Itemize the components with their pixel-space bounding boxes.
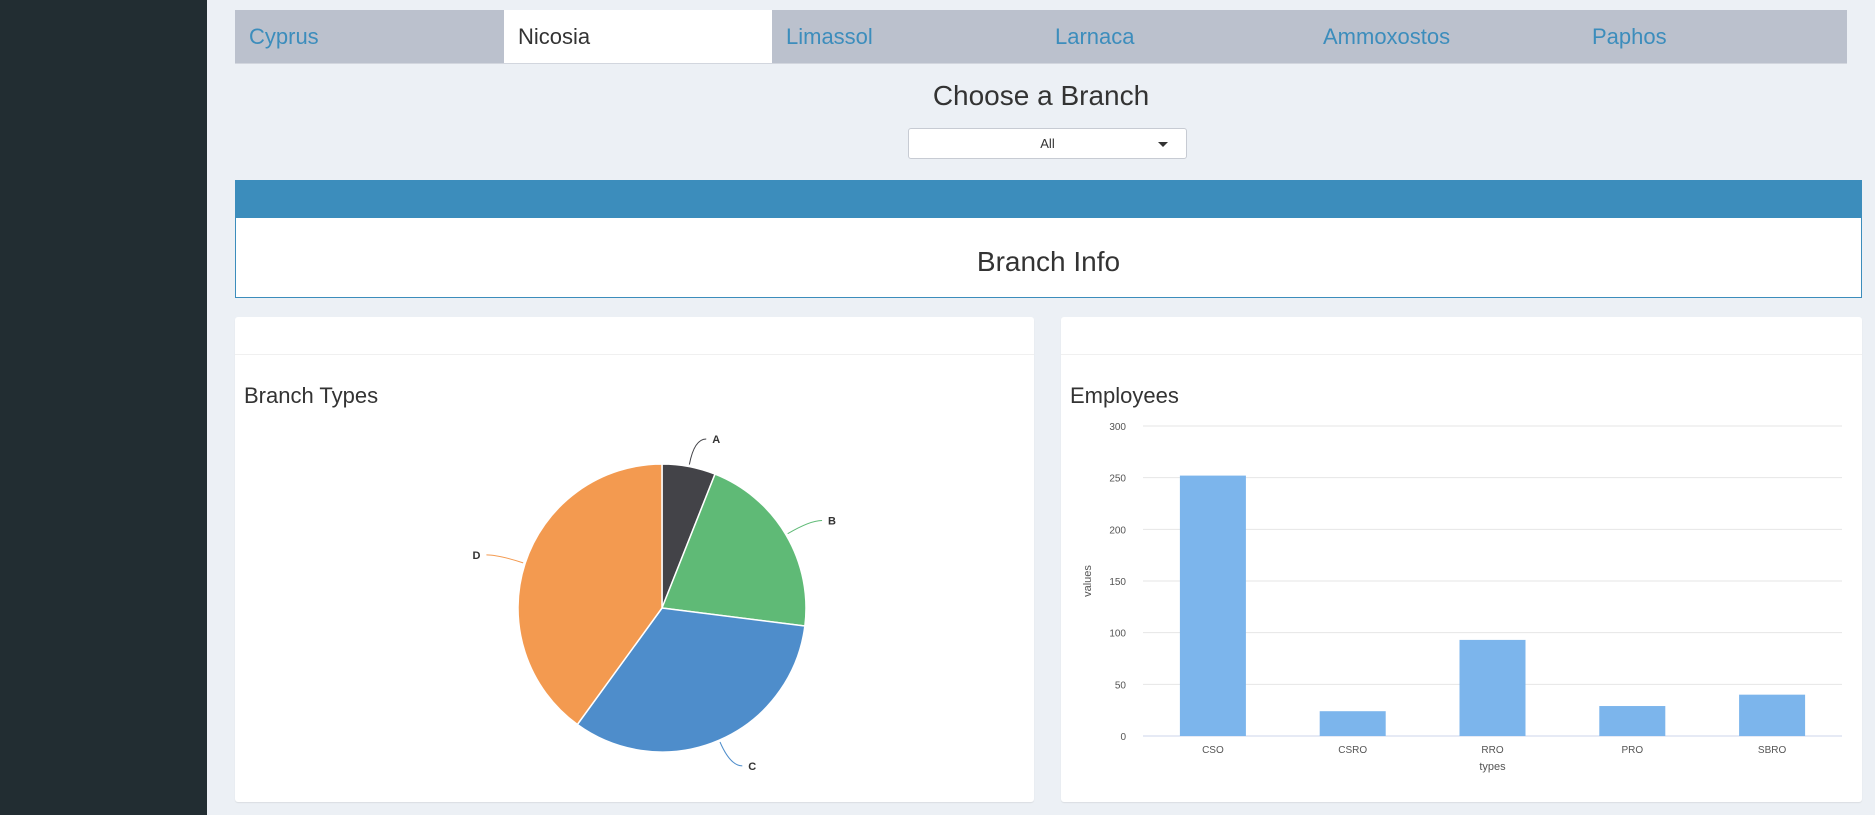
- caret-down-icon: [1158, 142, 1168, 147]
- bar-pro: [1599, 706, 1666, 736]
- pie-connector-b: [787, 519, 823, 535]
- bar-rro: [1459, 639, 1526, 736]
- branch-info-header: [236, 181, 1861, 218]
- pie-label-a: A: [712, 434, 720, 446]
- tab-larnaca[interactable]: Larnaca: [1041, 10, 1309, 63]
- y-tick-label: 150: [1109, 577, 1126, 588]
- y-tick-label: 300: [1109, 422, 1126, 433]
- x-tick-label: CSO: [1202, 745, 1224, 756]
- branch-info-box: Branch Info: [235, 180, 1862, 298]
- bar-cso: [1179, 475, 1246, 736]
- y-tick-label: 0: [1120, 732, 1126, 743]
- x-tick-label: PRO: [1621, 745, 1643, 756]
- bar-csro: [1319, 711, 1386, 736]
- y-tick-label: 200: [1109, 525, 1126, 536]
- employees-panel: Employees 0 50 100 150 200 250 300 CSO CSRO RRO PR…: [1061, 317, 1862, 802]
- branch-info-title: Branch Info: [976, 246, 1121, 277]
- region-tabs: Cyprus Nicosia Limassol Larnaca Ammoxost…: [235, 10, 1847, 64]
- tab-cyprus[interactable]: Cyprus: [235, 10, 504, 63]
- y-axis-label: values: [1082, 565, 1094, 597]
- x-axis-label: types: [1479, 761, 1506, 773]
- tab-limassol[interactable]: Limassol: [772, 10, 1041, 63]
- y-tick-label: 250: [1109, 474, 1126, 485]
- tab-ammoxostos[interactable]: Ammoxostos: [1309, 10, 1578, 63]
- pie-label-b: B: [828, 515, 836, 527]
- branch-select[interactable]: All: [908, 128, 1187, 159]
- pie-connector-c: [719, 741, 743, 767]
- branch-select-value: All: [1040, 136, 1055, 151]
- choose-branch-title: Choose a Branch: [932, 80, 1150, 111]
- branch-types-panel: Branch Types ABCD: [235, 317, 1034, 802]
- branch-types-pie-chart: A B C D: [472, 434, 836, 773]
- pie-label-c: C: [748, 761, 756, 773]
- y-tick-label: 50: [1115, 680, 1127, 691]
- tab-paphos[interactable]: Paphos: [1578, 10, 1847, 63]
- y-tick-label: 100: [1109, 629, 1126, 640]
- x-tick-label: CSRO: [1338, 745, 1367, 756]
- pie-connector-d: [486, 554, 524, 564]
- pie-connector-a: [688, 438, 707, 465]
- tab-nicosia[interactable]: Nicosia: [504, 10, 772, 63]
- employees-bar-chart: 0 50 100 150 200 250 300 CSO CSRO RRO PRO SBRO types…: [1082, 422, 1842, 773]
- x-tick-label: RRO: [1481, 745, 1503, 756]
- main-content: Cyprus Nicosia Limassol Larnaca Ammoxost…: [207, 0, 1875, 815]
- pie-label-d: D: [472, 550, 480, 562]
- sidebar: [0, 0, 207, 815]
- bar-sbro: [1739, 694, 1806, 736]
- x-tick-label: SBRO: [1758, 745, 1787, 756]
